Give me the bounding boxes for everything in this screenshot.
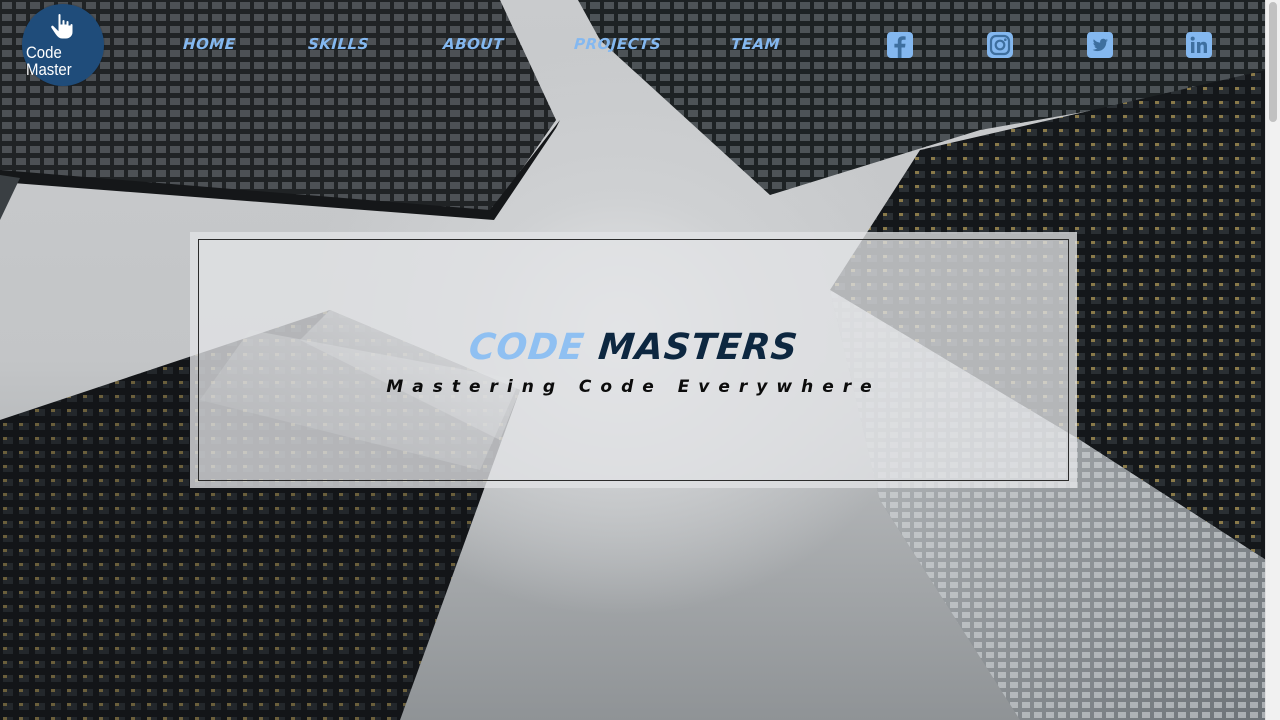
hero-title: CODE MASTERS — [188, 327, 1079, 368]
scrollbar-thumb[interactable] — [1269, 2, 1277, 122]
nav-projects[interactable]: PROJECTS — [573, 35, 661, 55]
nav-about[interactable]: ABOUT — [442, 35, 504, 55]
page-scrollbar[interactable] — [1265, 0, 1280, 720]
hero-title-part1: CODE — [466, 327, 587, 368]
hero-title-part2: MASTERS — [596, 327, 801, 368]
nav-team[interactable]: TEAM — [730, 35, 780, 55]
nav-skills[interactable]: SKILLS — [307, 35, 369, 55]
facebook-icon[interactable] — [887, 32, 913, 58]
twitter-icon[interactable] — [1087, 32, 1113, 58]
hero-banner: CODE MASTERS Mastering Code Everywhere — [190, 232, 1077, 488]
main-navigation: HOME SKILLS ABOUT PROJECTS TEAM — [0, 0, 1266, 90]
instagram-icon[interactable] — [987, 32, 1013, 58]
linkedin-icon[interactable] — [1186, 32, 1212, 58]
nav-home[interactable]: HOME — [182, 35, 236, 55]
hero-subtitle: Mastering Code Everywhere — [386, 377, 881, 397]
